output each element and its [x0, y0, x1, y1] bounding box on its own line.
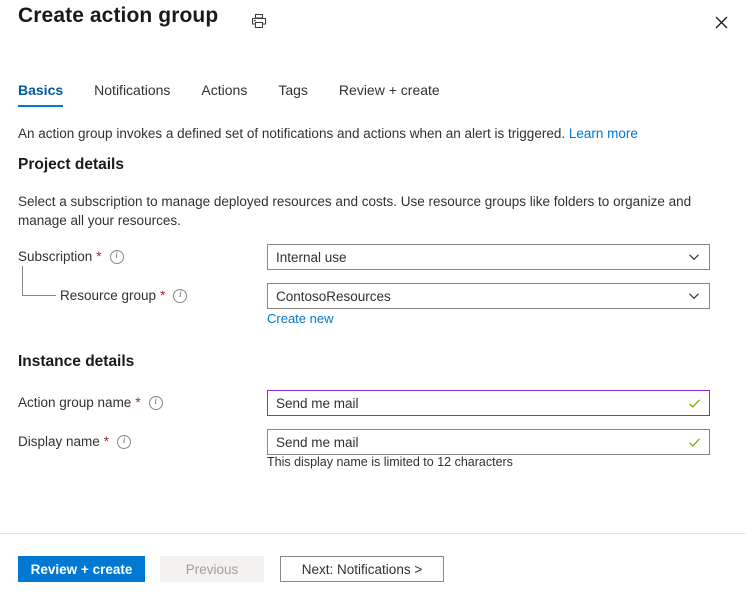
required-asterisk: * — [160, 288, 166, 303]
required-asterisk: * — [135, 395, 141, 410]
display-name-input[interactable]: Send me mail — [267, 429, 710, 455]
display-name-value: Send me mail — [276, 434, 359, 450]
action-group-name-label: Action group name * i — [18, 395, 163, 410]
chevron-down-icon — [687, 289, 701, 303]
tab-actions[interactable]: Actions — [201, 82, 247, 107]
required-asterisk: * — [103, 434, 110, 449]
tab-basics[interactable]: Basics — [18, 82, 64, 107]
tab-review-create[interactable]: Review + create — [339, 82, 440, 107]
create-new-resource-group-link[interactable]: Create new — [267, 311, 333, 326]
footer-divider — [0, 533, 745, 534]
chevron-down-icon — [687, 250, 701, 264]
create-action-group-blade: Create action group Basics Notifications… — [0, 0, 745, 594]
subscription-value: Internal use — [276, 249, 347, 265]
required-asterisk: * — [96, 249, 102, 264]
subscription-label: Subscription * i — [18, 249, 124, 264]
display-name-label: Display name * i — [18, 434, 132, 449]
wizard-tabs: Basics Notifications Actions Tags Review… — [18, 82, 471, 107]
printer-icon[interactable] — [248, 10, 270, 32]
page-title: Create action group — [18, 4, 219, 27]
resource-group-label: Resource group * i — [60, 288, 188, 303]
subscription-dropdown[interactable]: Internal use — [267, 244, 710, 270]
tab-notifications[interactable]: Notifications — [94, 82, 170, 107]
subscription-label-text: Subscription — [18, 249, 93, 264]
review-create-button[interactable]: Review + create — [18, 556, 145, 582]
project-details-heading: Project details — [18, 156, 124, 173]
learn-more-link[interactable]: Learn more — [569, 126, 638, 141]
action-group-name-value: Send me mail — [276, 395, 359, 411]
blade-header: Create action group — [0, 0, 745, 58]
display-name-helper-text: This display name is limited to 12 chara… — [267, 455, 513, 469]
wizard-footer: Review + create Previous Next: Notificat… — [18, 556, 444, 582]
close-icon[interactable] — [707, 8, 735, 36]
action-group-name-input[interactable]: Send me mail — [267, 390, 710, 416]
info-icon[interactable]: i — [117, 434, 132, 449]
checkmark-icon — [687, 396, 701, 410]
info-icon[interactable]: i — [148, 395, 163, 410]
instance-details-heading: Instance details — [18, 353, 135, 370]
blade-description: An action group invokes a defined set of… — [18, 125, 638, 143]
checkmark-icon — [687, 435, 701, 449]
action-group-name-label-text: Action group name — [18, 395, 132, 410]
resource-group-dropdown[interactable]: ContosoResources — [267, 283, 710, 309]
info-icon[interactable]: i — [173, 288, 188, 303]
tree-connector-line — [22, 266, 56, 296]
project-details-subtext: Select a subscription to manage deployed… — [18, 194, 692, 228]
resource-group-label-text: Resource group — [60, 288, 157, 303]
info-icon[interactable]: i — [109, 249, 124, 264]
resource-group-value: ContosoResources — [276, 288, 391, 304]
next-notifications-button[interactable]: Next: Notifications > — [280, 556, 444, 582]
tab-tags[interactable]: Tags — [278, 82, 308, 107]
previous-button: Previous — [160, 556, 264, 582]
display-name-label-text: Display name — [18, 434, 100, 449]
description-text: An action group invokes a defined set of… — [18, 126, 566, 141]
